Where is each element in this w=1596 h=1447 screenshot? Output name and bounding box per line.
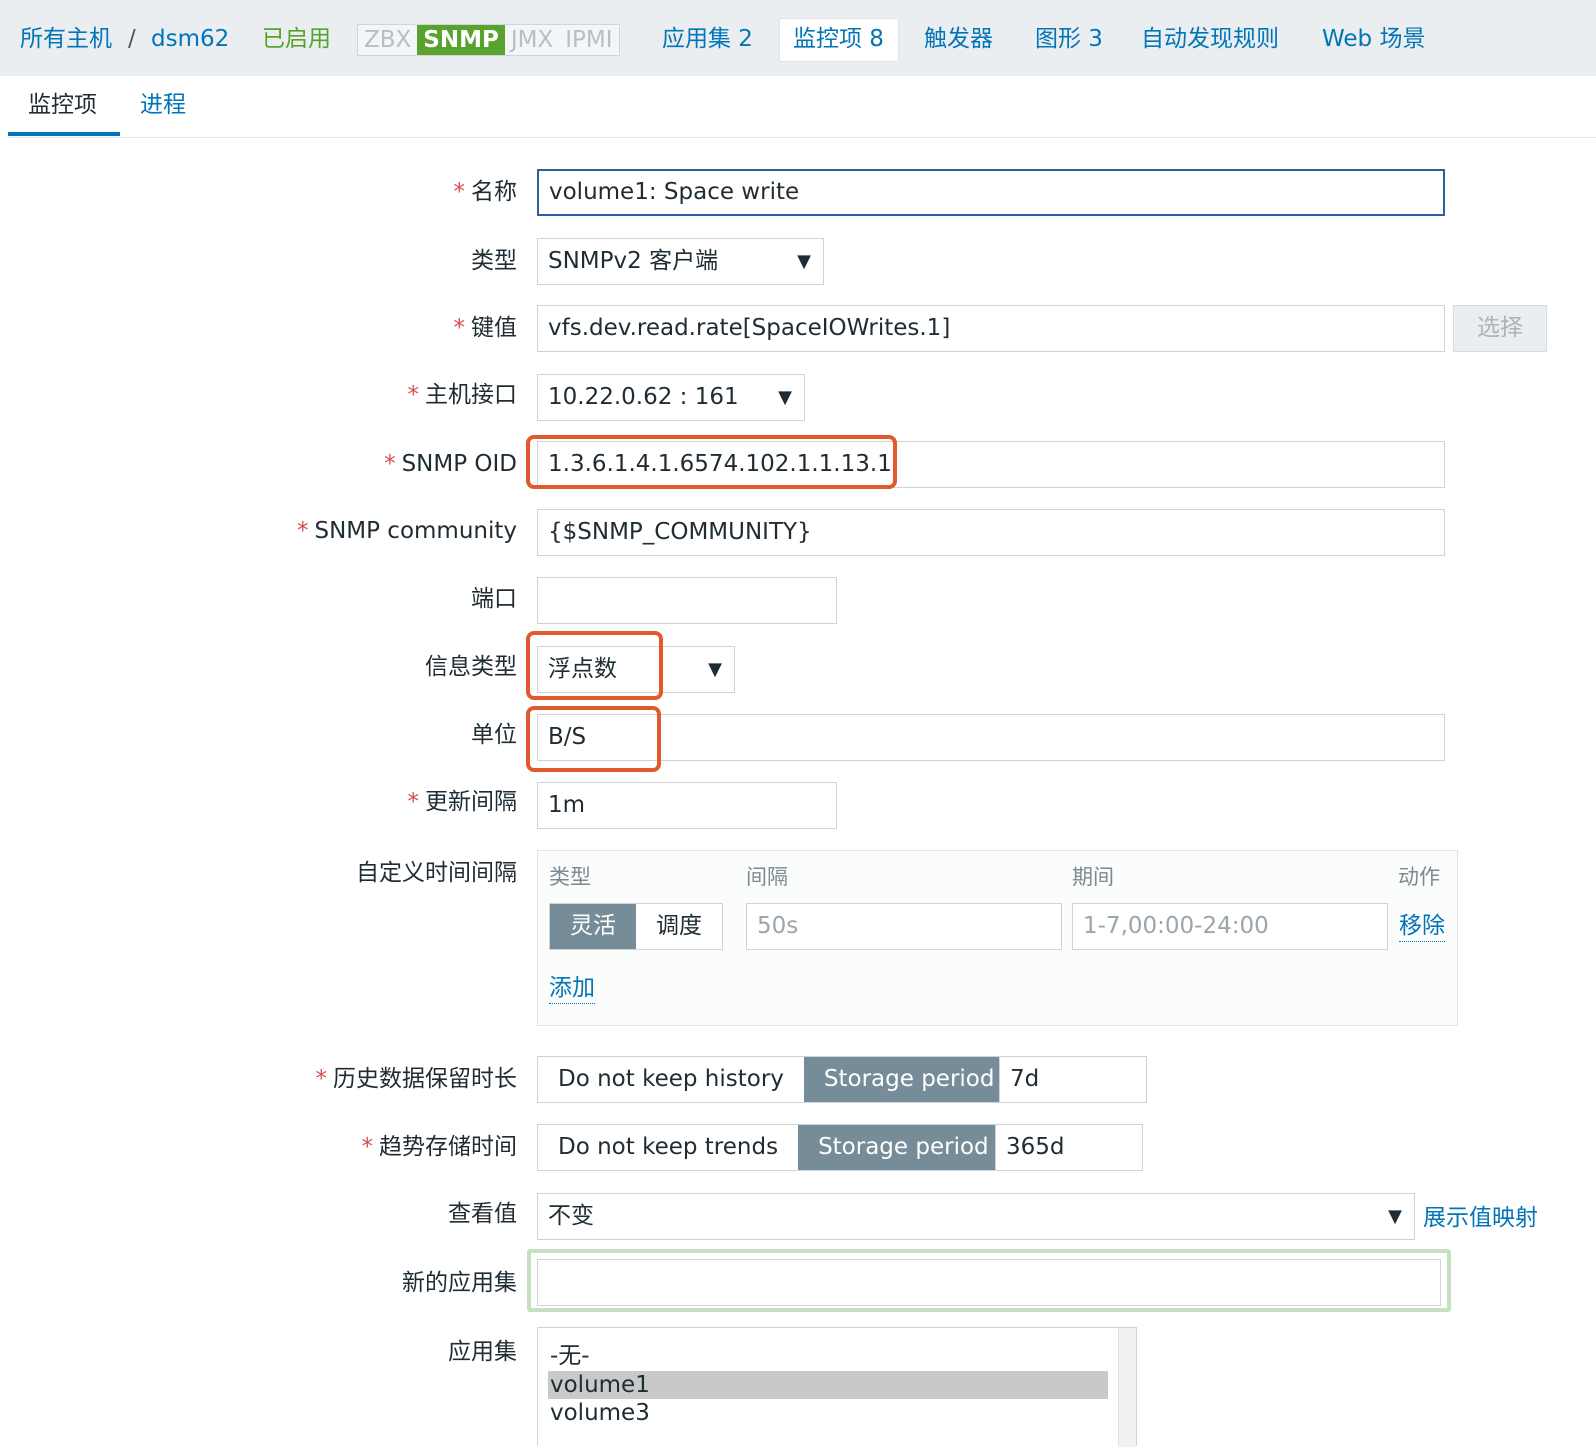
snmp-oid-label: * SNMP OID — [384, 451, 517, 477]
snmp-badge: SNMP — [417, 25, 505, 55]
nav-web-scenarios[interactable]: Web 场景 — [1322, 22, 1425, 56]
custom-col-action: 动作 — [1398, 865, 1440, 889]
tab-preprocessing[interactable]: 进程 — [140, 90, 186, 120]
show-value-label: 查看值 — [448, 1201, 517, 1227]
breadcrumb-host[interactable]: dsm62 — [151, 22, 229, 56]
show-value-select[interactable]: 不变 ▼ — [537, 1193, 1415, 1240]
port-input[interactable] — [537, 577, 837, 624]
type-select[interactable]: SNMPv2 客户端 ▼ — [537, 238, 824, 285]
nav-items[interactable]: 监控项 8 — [793, 22, 884, 56]
application-option[interactable]: -无- — [548, 1342, 1108, 1370]
trends-storage-period-option[interactable]: Storage period — [798, 1125, 1009, 1170]
new-application-input[interactable] — [537, 1259, 1441, 1306]
scheduling-option[interactable]: 调度 — [636, 904, 722, 949]
applications-label: 应用集 — [448, 1339, 517, 1365]
trends-label: * 趋势存储时间 — [361, 1134, 518, 1160]
history-storage-period-option[interactable]: Storage period — [803, 1057, 1015, 1102]
info-type-highlight-annotation — [526, 631, 663, 700]
remove-interval-link[interactable]: 移除 — [1399, 911, 1445, 942]
flexible-option[interactable]: 灵活 — [550, 904, 636, 949]
units-input[interactable]: B/S — [537, 714, 1445, 761]
trends-do-not-keep-option[interactable]: Do not keep trends — [538, 1125, 799, 1170]
key-input[interactable]: vfs.dev.read.rate[SpaceIOWrites.1] — [537, 305, 1445, 352]
info-type-label: 信息类型 — [425, 654, 517, 680]
custom-col-interval: 间隔 — [746, 865, 788, 889]
nav-applications[interactable]: 应用集 2 — [662, 22, 753, 56]
add-interval-link[interactable]: 添加 — [549, 973, 595, 1004]
history-label: * 历史数据保留时长 — [315, 1066, 518, 1092]
application-option[interactable]: volume3 — [548, 1399, 1108, 1427]
breadcrumb-all-hosts[interactable]: 所有主机 — [20, 22, 112, 56]
host-navigation-bar: 所有主机 / dsm62 已启用 ZBX SNMP JMX IPMI 应用集 2… — [0, 0, 1596, 76]
history-period-input[interactable]: 7d — [999, 1056, 1147, 1103]
listbox-scrollbar[interactable] — [1118, 1328, 1136, 1447]
name-input[interactable]: volume1: Space write — [537, 169, 1445, 216]
custom-period-input[interactable]: 1-7,00:00-24:00 — [1072, 903, 1388, 950]
custom-interval-input[interactable]: 50s — [746, 903, 1062, 950]
chevron-down-icon: ▼ — [708, 659, 722, 680]
units-highlight-annotation — [526, 706, 661, 772]
custom-intervals-label: 自定义时间间隔 — [356, 860, 517, 886]
type-label: 类型 — [471, 248, 517, 274]
ipmi-badge: IPMI — [565, 27, 613, 53]
show-value-mappings-link[interactable]: 展示值映射 — [1423, 1203, 1538, 1233]
nav-triggers[interactable]: 触发器 — [924, 22, 993, 56]
new-application-label: 新的应用集 — [402, 1270, 517, 1296]
chevron-down-icon: ▼ — [1388, 1206, 1402, 1227]
host-interface-select[interactable]: 10.22.0.62 : 161 ▼ — [537, 374, 805, 421]
jmx-badge: JMX — [510, 27, 554, 53]
host-status-enabled[interactable]: 已启用 — [262, 22, 331, 56]
units-label: 单位 — [471, 722, 517, 748]
zbx-badge: ZBX — [364, 27, 412, 53]
select-key-button[interactable]: 选择 — [1453, 305, 1547, 352]
oid-highlight-annotation — [526, 435, 897, 489]
custom-interval-type-toggle: 灵活 调度 — [549, 903, 723, 950]
name-label: * 名称 — [453, 179, 518, 205]
nav-graphs[interactable]: 图形 3 — [1035, 22, 1103, 56]
chevron-down-icon: ▼ — [797, 251, 811, 272]
trends-period-input[interactable]: 365d — [995, 1124, 1143, 1171]
chevron-down-icon: ▼ — [778, 387, 792, 408]
update-interval-input[interactable]: 1m — [537, 782, 837, 829]
tab-item[interactable]: 监控项 — [28, 90, 97, 120]
port-label: 端口 — [471, 586, 517, 612]
key-label: * 键值 — [453, 315, 518, 341]
application-option-selected[interactable]: volume1 — [548, 1371, 1108, 1399]
history-do-not-keep-option[interactable]: Do not keep history — [538, 1057, 804, 1102]
history-mode-toggle: Do not keep history Storage period — [537, 1056, 1016, 1103]
applications-listbox[interactable]: -无- volume1 volume3 — [537, 1327, 1137, 1447]
form-tabs: 监控项 进程 — [8, 76, 1596, 138]
snmp-community-label: * SNMP community — [296, 518, 517, 544]
update-interval-label: * 更新间隔 — [407, 789, 518, 815]
snmp-community-input[interactable]: {$SNMP_COMMUNITY} — [537, 509, 1445, 556]
custom-col-type: 类型 — [549, 865, 591, 889]
nav-discovery-rules[interactable]: 自动发现规则 — [1141, 22, 1279, 56]
breadcrumb-separator: / — [128, 26, 136, 52]
trends-mode-toggle: Do not keep trends Storage period — [537, 1124, 1010, 1171]
host-interface-label: * 主机接口 — [407, 382, 518, 408]
custom-col-period: 期间 — [1072, 865, 1114, 889]
availability-badges: ZBX SNMP JMX IPMI — [357, 24, 620, 56]
active-tab-indicator — [8, 132, 120, 136]
